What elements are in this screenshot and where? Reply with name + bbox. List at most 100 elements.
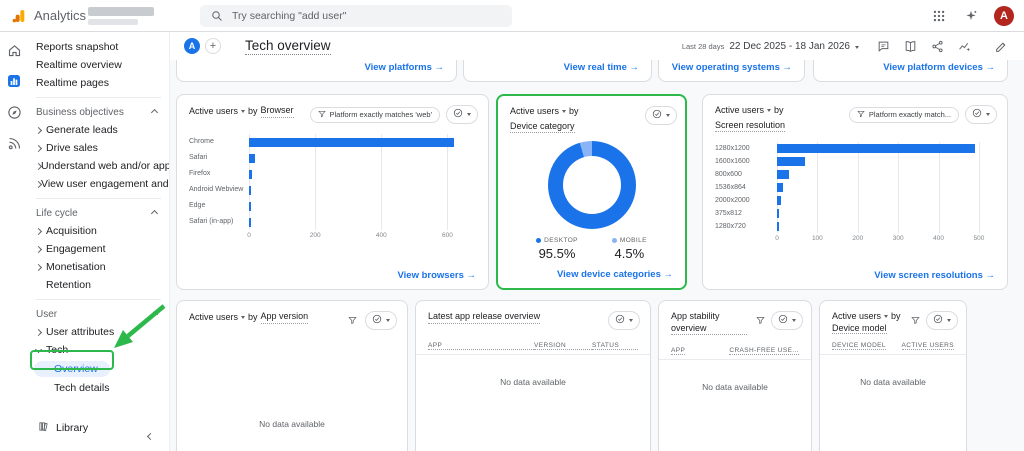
view-device-categories-link[interactable]: View device categories → [557,269,673,280]
funnel-icon[interactable] [908,314,922,328]
bar-label: 375x812 [715,210,777,218]
nav-tech[interactable]: Tech [28,341,169,359]
bar-row: Chrome [189,134,476,150]
column-header[interactable]: CRASH-FREE USE... [729,347,799,355]
card-title: Active users by Device category [510,106,639,133]
browser-bar-chart: ChromeSafariFirefoxAndroid WebviewEdgeSa… [177,128,488,242]
add-comparison-button[interactable]: + [205,38,221,54]
bar-label: Safari [189,154,249,162]
metric-dropdown-icon[interactable] [241,316,245,319]
home-icon[interactable] [4,40,24,60]
section-business-objectives[interactable]: Business objectives [28,103,169,121]
data-quality-dropdown[interactable] [965,105,997,124]
data-quality-dropdown[interactable] [645,106,677,125]
bar-row: 1600x1600 [715,155,995,168]
nav-realtime-pages[interactable]: Realtime pages [28,74,169,92]
column-header[interactable]: ACTIVE USERS [902,342,954,350]
card-title: Latest app release overview [428,311,540,324]
insights-icon[interactable] [955,37,973,55]
view-real-time-link[interactable]: View real time → [564,62,639,73]
donut-ring [548,141,636,229]
check-circle-icon [453,108,463,121]
collapse-icon [35,345,42,352]
column-header[interactable]: STATUS [592,342,638,350]
user-avatar[interactable]: A [994,6,1014,26]
nav-realtime-overview[interactable]: Realtime overview [28,56,169,74]
data-quality-dropdown[interactable] [608,311,640,330]
bar [777,170,789,179]
view-operating-systems-link[interactable]: View operating systems → [672,62,792,73]
metric-dropdown-icon[interactable] [241,110,245,113]
advertising-icon[interactable] [4,133,24,153]
view-browsers-link[interactable]: View browsers → [398,270,477,281]
app-name: Analytics [34,8,86,23]
data-quality-dropdown[interactable] [365,311,397,330]
funnel-icon[interactable] [753,314,767,328]
data-quality-dropdown[interactable] [926,311,958,330]
nav-reports-snapshot[interactable]: Reports snapshot [28,38,169,56]
view-screen-resolutions-link[interactable]: View screen resolutions → [874,270,995,281]
book-icon[interactable] [901,37,919,55]
collapse-icon [151,310,158,317]
topbar-actions: A [930,6,1014,26]
table-header: APP VERSION STATUS [416,338,650,355]
view-platforms-link[interactable]: View platforms → [364,62,444,73]
card-title: Active users by Browser [189,105,294,118]
apps-grid-icon[interactable] [930,7,948,25]
nav-understand-web-app[interactable]: Understand web and/or app t... [28,157,169,175]
search-bar[interactable] [200,5,512,27]
nav-user-attributes[interactable]: User attributes [28,323,169,341]
nav-drive-sales[interactable]: Drive sales [28,139,169,157]
column-header[interactable]: APP [671,347,685,355]
section-life-cycle[interactable]: Life cycle [28,204,169,222]
search-input[interactable] [232,10,504,22]
account-selector-redacted[interactable] [88,7,154,16]
funnel-icon[interactable] [345,314,359,328]
nav-tech-overview[interactable]: Overview [28,359,169,379]
filter-chip[interactable]: Platform exactly matches 'web' [310,107,440,123]
card-app-version: Active users by App version No data avai… [176,300,408,451]
metric-dropdown-icon[interactable] [767,109,771,112]
nav-generate-leads[interactable]: Generate leads [28,121,169,139]
section-user[interactable]: User [28,305,169,323]
metric-dropdown-icon[interactable] [884,315,888,318]
card-app-stability: App stability overview APP CRASH-FREE US… [658,300,812,451]
sparkle-icon[interactable] [962,7,980,25]
analytics-logo-icon[interactable] [10,7,28,25]
nav-monetisation[interactable]: Monetisation [28,258,169,276]
legend-dot [612,238,617,243]
nav-tech-overview-label[interactable]: Overview [34,361,110,377]
expand-icon [35,328,42,335]
empty-state: No data available [820,377,966,387]
nav-engagement[interactable]: Engagement [28,240,169,258]
column-header[interactable]: APP [428,342,534,350]
column-header[interactable]: DEVICE MODEL [832,342,886,350]
bar-row: 2000x2000 [715,194,995,207]
view-platform-devices-link[interactable]: View platform devices → [883,62,995,73]
axis-tick-label: 400 [933,235,944,242]
date-range-picker[interactable]: Last 28 days 22 Dec 2025 - 18 Jan 2026 [682,41,859,52]
check-circle-icon [372,314,382,327]
share-icon[interactable] [928,37,946,55]
metric-dropdown-icon[interactable] [562,110,566,113]
check-circle-icon [652,109,662,122]
data-quality-dropdown[interactable] [446,105,478,124]
nav-view-user-engagement[interactable]: View user engagement and r... [28,175,169,193]
card-title: Active users by App version [189,311,308,324]
column-header[interactable]: VERSION [534,342,592,350]
nav-acquisition[interactable]: Acquisition [28,222,169,240]
comparison-avatar[interactable]: A [184,38,200,54]
collapse-sidebar-icon[interactable] [143,429,157,443]
search-icon [208,7,226,25]
reports-icon[interactable] [4,71,24,91]
nav-tech-details[interactable]: Tech details [28,379,169,397]
bar [777,157,805,166]
data-quality-dropdown[interactable] [771,311,803,330]
nav-retention[interactable]: Retention [28,276,169,294]
explore-icon[interactable] [4,102,24,122]
filter-chip[interactable]: Platform exactly match... [849,107,959,123]
check-circle-icon [615,314,625,327]
page-notes-icon[interactable] [874,37,892,55]
edit-icon[interactable] [992,37,1010,55]
bar [249,138,454,147]
